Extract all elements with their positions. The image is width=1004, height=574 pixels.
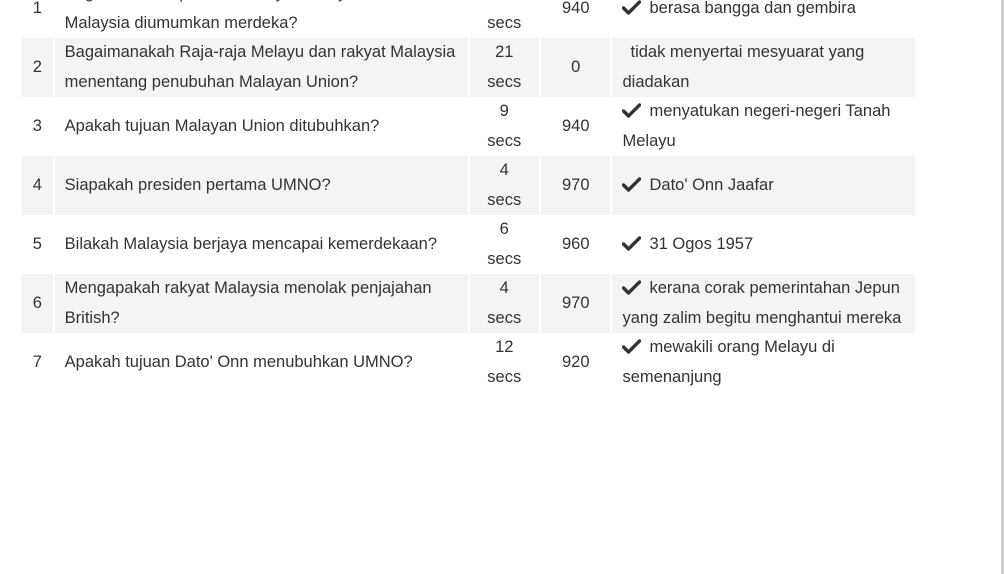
answer-cell: 31 Ogos 1957: [612, 215, 915, 274]
table-row: 5 Bilakah Malaysia berjaya mencapai keme…: [22, 215, 915, 274]
question-text: Bilakah Malaysia berjaya mencapai kemerd…: [54, 215, 468, 274]
row-number: 5: [22, 215, 53, 274]
time-unit: secs: [487, 190, 522, 209]
answer-text: tidak menyertai mesyuarat yang diadakan: [622, 43, 865, 91]
time-taken: 6 secs: [469, 215, 539, 274]
answer-text: berasa bangga dan gembira: [649, 0, 856, 17]
time-value: 8: [480, 0, 529, 9]
time-value: 12: [495, 338, 514, 356]
score-value: 920: [541, 333, 611, 392]
time-unit: secs: [487, 13, 522, 32]
question-text: Bagaimanakah Raja-raja Melayu dan rakyat…: [54, 38, 468, 97]
answer-cell: Dato' Onn Jaafar: [612, 156, 915, 215]
answer-text: mewakili orang Melayu di semenanjung: [622, 338, 835, 386]
time-unit: secs: [487, 72, 522, 91]
score-value: 940: [541, 97, 611, 156]
time-unit: secs: [487, 367, 522, 386]
question-text: Siapakah presiden pertama UMNO?: [54, 156, 468, 215]
time-value: 9: [499, 102, 509, 120]
check-icon: [622, 236, 642, 251]
row-number: 3: [22, 97, 53, 156]
question-text: Apakah tujuan Dato' Onn menubuhkan UMNO?: [54, 333, 468, 392]
time-unit: secs: [487, 131, 522, 150]
table-row: 1 Bagaimanakah perasaan rakyat Malaysia …: [22, 0, 915, 38]
time-unit: secs: [487, 249, 522, 268]
quiz-results-page: 1 Bagaimanakah perasaan rakyat Malaysia …: [0, 0, 1004, 574]
answer-text: Dato' Onn Jaafar: [649, 175, 774, 194]
row-number: 6: [22, 274, 53, 333]
table-row: 6 Mengapakah rakyat Malaysia menolak pen…: [22, 274, 915, 333]
check-icon: [622, 177, 642, 192]
answer-cell: tidak menyertai mesyuarat yang diadakan: [612, 38, 915, 97]
check-icon: [622, 0, 642, 15]
check-icon: [622, 280, 642, 295]
answer-text: kerana corak pemerintahan Jepun yang zal…: [622, 279, 902, 327]
row-number: 4: [22, 156, 53, 215]
table-row: 2 Bagaimanakah Raja-raja Melayu dan raky…: [22, 38, 915, 97]
time-taken: 8 secs: [469, 0, 539, 38]
answer-cell: kerana corak pemerintahan Jepun yang zal…: [612, 274, 915, 333]
table-row: 7 Apakah tujuan Dato' Onn menubuhkan UMN…: [22, 333, 915, 392]
score-value: 940: [541, 0, 611, 38]
answer-cell: mewakili orang Melayu di semenanjung: [612, 333, 915, 392]
score-value: 960: [541, 215, 611, 274]
score-value: 970: [541, 156, 611, 215]
time-value: 21: [495, 43, 514, 61]
row-number: 7: [22, 333, 53, 392]
question-text: Bagaimanakah perasaan rakyat Malaysia ke…: [54, 0, 468, 38]
answer-cell: menyatukan negeri-negeri Tanah Melayu: [612, 97, 915, 156]
table-row: 3 Apakah tujuan Malayan Union ditubuhkan…: [22, 97, 915, 156]
time-taken: 9 secs: [469, 97, 539, 156]
score-value: 0: [541, 38, 611, 97]
answer-text: menyatukan negeri-negeri Tanah Melayu: [622, 102, 891, 150]
time-taken: 4 secs: [469, 156, 539, 215]
question-text: Apakah tujuan Malayan Union ditubuhkan?: [54, 97, 468, 156]
time-taken: 12 secs: [469, 333, 539, 392]
check-icon: [622, 103, 642, 118]
time-taken: 21 secs: [469, 38, 539, 97]
time-value: 6: [499, 220, 509, 238]
answer-text: 31 Ogos 1957: [649, 234, 754, 253]
check-icon: [622, 339, 642, 354]
time-unit: secs: [487, 308, 522, 327]
table-row: 4 Siapakah presiden pertama UMNO? 4 secs…: [22, 156, 915, 215]
score-value: 970: [541, 274, 611, 333]
answer-cell: berasa bangga dan gembira: [612, 0, 915, 38]
time-taken: 4 secs: [469, 274, 539, 333]
row-number: 1: [22, 0, 53, 38]
time-value: 4: [499, 161, 509, 179]
time-value: 4: [499, 279, 509, 297]
row-number: 2: [22, 38, 53, 97]
results-table-body: 1 Bagaimanakah perasaan rakyat Malaysia …: [22, 0, 915, 392]
question-text: Mengapakah rakyat Malaysia menolak penja…: [54, 274, 468, 333]
results-table: 1 Bagaimanakah perasaan rakyat Malaysia …: [20, 0, 917, 392]
